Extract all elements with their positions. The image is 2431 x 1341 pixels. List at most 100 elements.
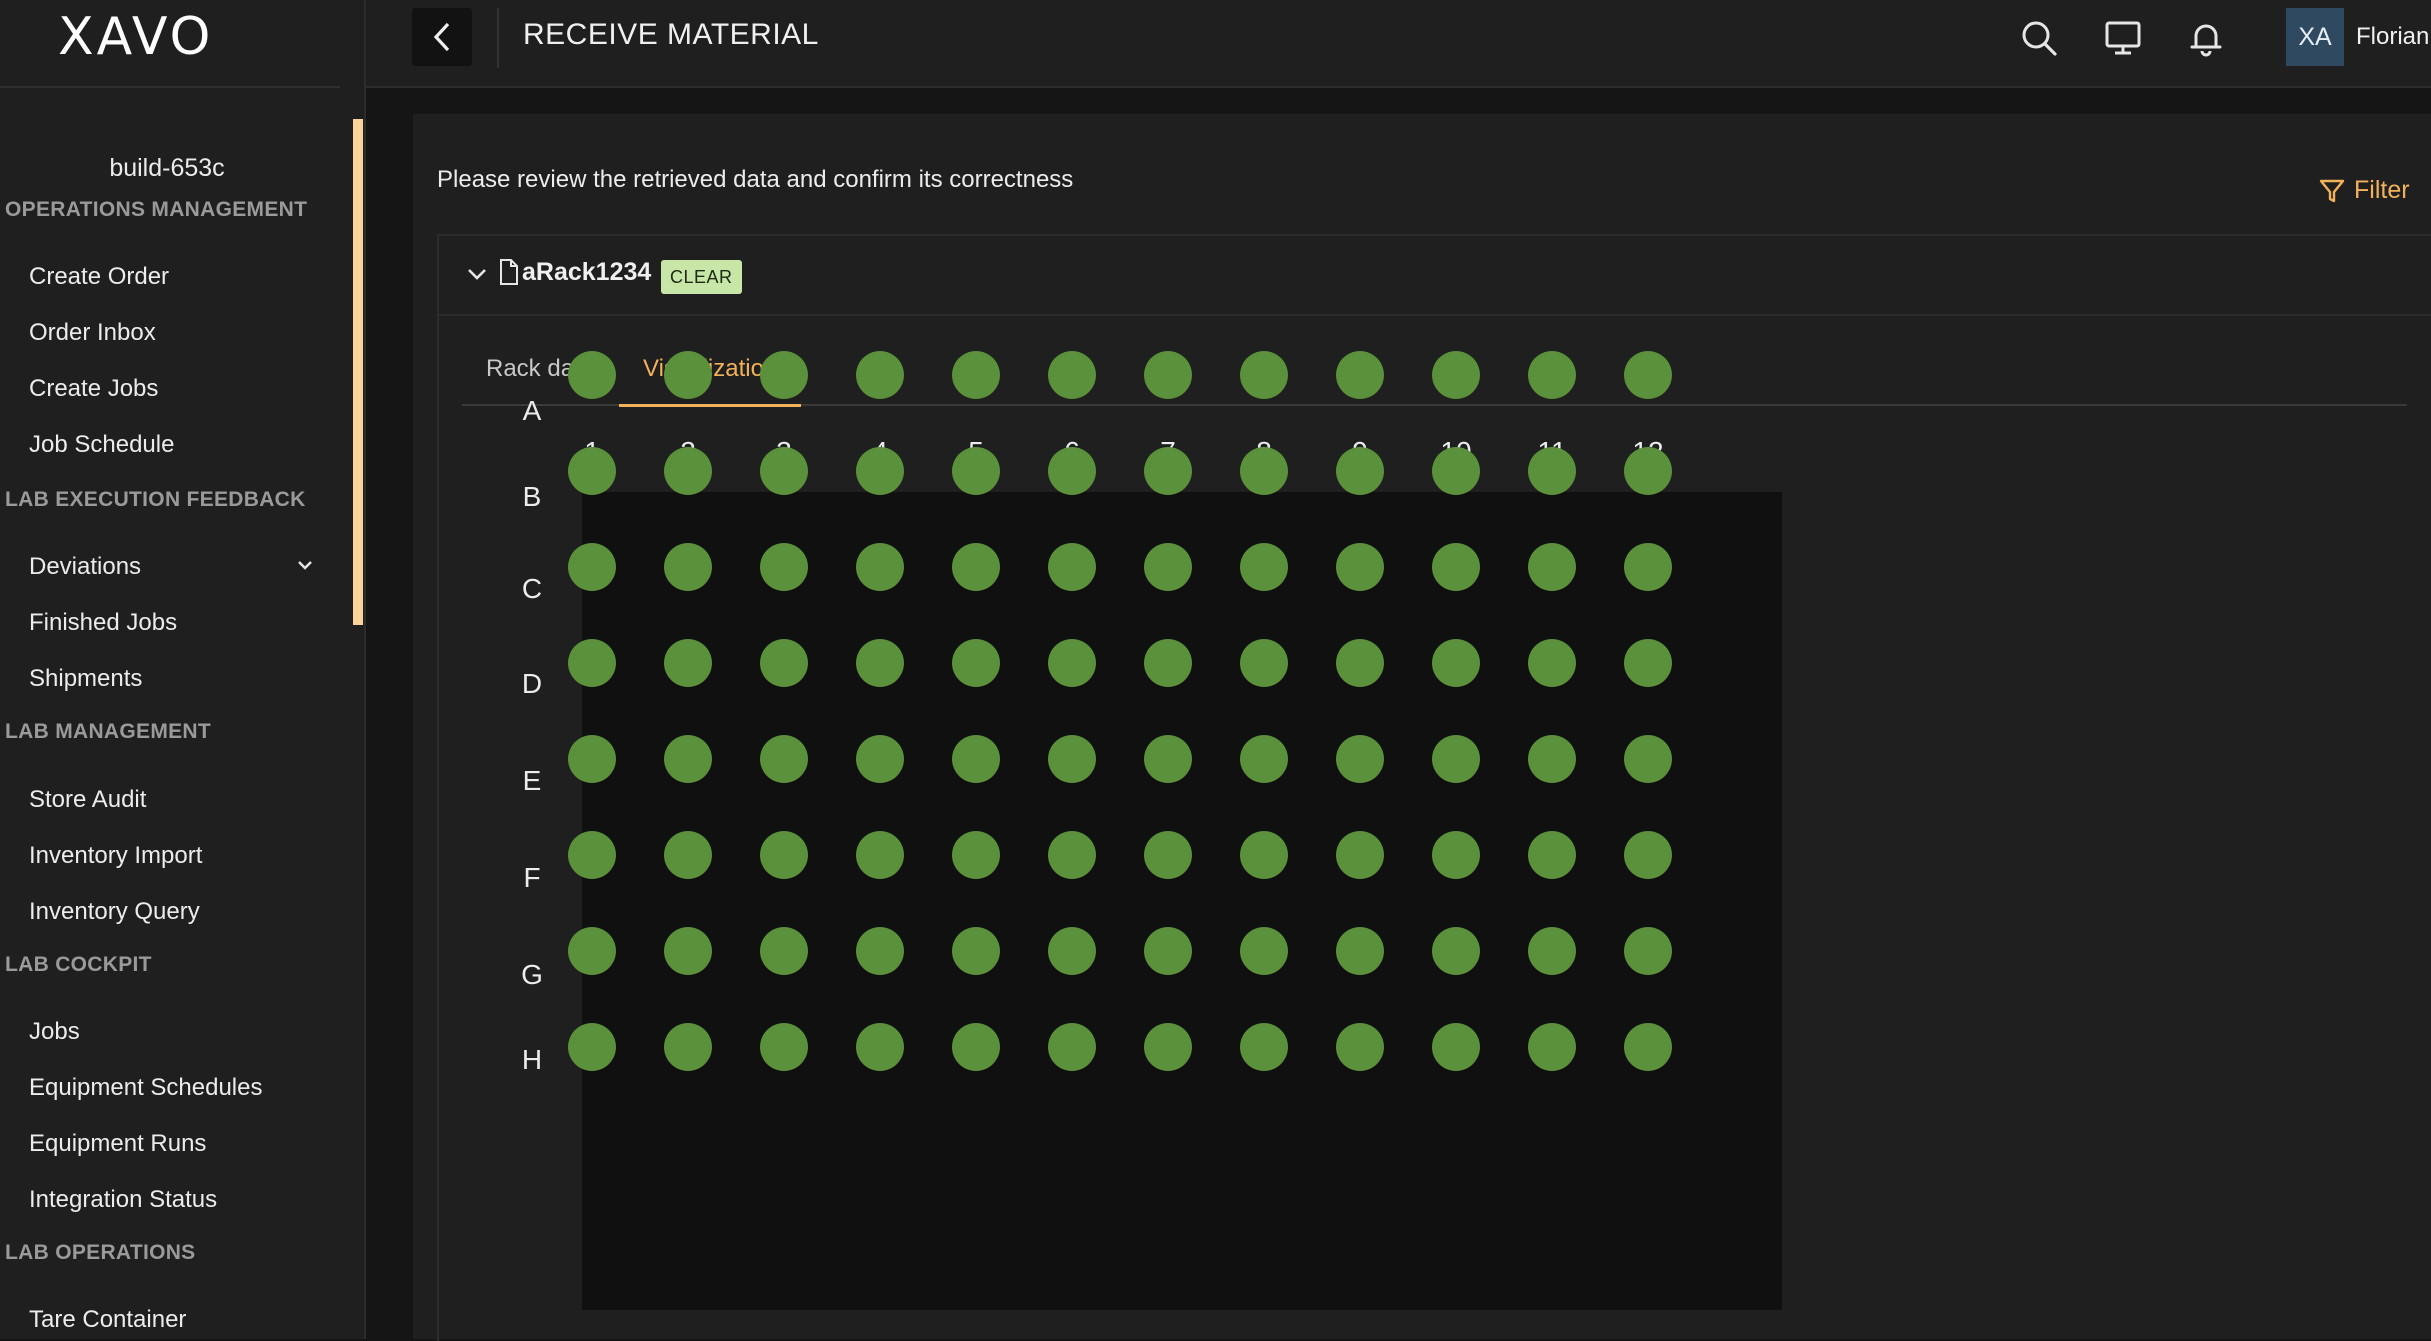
sidebar-item-inventory-query[interactable]: Inventory Query xyxy=(29,898,200,926)
well-A11[interactable] xyxy=(1528,351,1576,399)
well-H10[interactable] xyxy=(1432,1023,1480,1071)
sidebar-item-integration-status[interactable]: Integration Status xyxy=(29,1186,217,1214)
well-H8[interactable] xyxy=(1240,1023,1288,1071)
well-C11[interactable] xyxy=(1528,543,1576,591)
well-F4[interactable] xyxy=(856,831,904,879)
well-G6[interactable] xyxy=(1048,927,1096,975)
sidebar-item-create-order[interactable]: Create Order xyxy=(29,263,169,291)
sidebar-item-deviations[interactable]: Deviations xyxy=(29,553,141,581)
well-F1[interactable] xyxy=(568,831,616,879)
well-D6[interactable] xyxy=(1048,639,1096,687)
well-D9[interactable] xyxy=(1336,639,1384,687)
user-name[interactable]: Florian xyxy=(2356,23,2429,51)
sidebar-item-equipment-schedules[interactable]: Equipment Schedules xyxy=(29,1074,262,1102)
well-B3[interactable] xyxy=(760,447,808,495)
well-D11[interactable] xyxy=(1528,639,1576,687)
sidebar-item-job-schedule[interactable]: Job Schedule xyxy=(29,431,174,459)
well-H9[interactable] xyxy=(1336,1023,1384,1071)
well-B7[interactable] xyxy=(1144,447,1192,495)
well-B4[interactable] xyxy=(856,447,904,495)
well-E10[interactable] xyxy=(1432,735,1480,783)
well-D12[interactable] xyxy=(1624,639,1672,687)
well-E7[interactable] xyxy=(1144,735,1192,783)
well-B9[interactable] xyxy=(1336,447,1384,495)
well-H5[interactable] xyxy=(952,1023,1000,1071)
well-G11[interactable] xyxy=(1528,927,1576,975)
well-C3[interactable] xyxy=(760,543,808,591)
sidebar-item-create-jobs[interactable]: Create Jobs xyxy=(29,375,158,403)
chevron-down-icon[interactable] xyxy=(294,554,316,576)
monitor-icon[interactable] xyxy=(2101,16,2145,60)
well-D5[interactable] xyxy=(952,639,1000,687)
well-F8[interactable] xyxy=(1240,831,1288,879)
rack-header[interactable]: aRack1234 CLEAR xyxy=(439,236,2431,316)
well-E1[interactable] xyxy=(568,735,616,783)
sidebar-item-shipments[interactable]: Shipments xyxy=(29,665,142,693)
well-C4[interactable] xyxy=(856,543,904,591)
well-G8[interactable] xyxy=(1240,927,1288,975)
well-C9[interactable] xyxy=(1336,543,1384,591)
well-B6[interactable] xyxy=(1048,447,1096,495)
well-B1[interactable] xyxy=(568,447,616,495)
well-G4[interactable] xyxy=(856,927,904,975)
well-F10[interactable] xyxy=(1432,831,1480,879)
well-E6[interactable] xyxy=(1048,735,1096,783)
well-F9[interactable] xyxy=(1336,831,1384,879)
well-C5[interactable] xyxy=(952,543,1000,591)
bell-icon[interactable] xyxy=(2184,16,2228,60)
well-D3[interactable] xyxy=(760,639,808,687)
sidebar-item-inventory-import[interactable]: Inventory Import xyxy=(29,842,202,870)
well-E8[interactable] xyxy=(1240,735,1288,783)
sidebar-item-equipment-runs[interactable]: Equipment Runs xyxy=(29,1130,206,1158)
well-E4[interactable] xyxy=(856,735,904,783)
well-A9[interactable] xyxy=(1336,351,1384,399)
well-F6[interactable] xyxy=(1048,831,1096,879)
well-D7[interactable] xyxy=(1144,639,1192,687)
well-A4[interactable] xyxy=(856,351,904,399)
well-D8[interactable] xyxy=(1240,639,1288,687)
well-D2[interactable] xyxy=(664,639,712,687)
well-A7[interactable] xyxy=(1144,351,1192,399)
well-D1[interactable] xyxy=(568,639,616,687)
well-G9[interactable] xyxy=(1336,927,1384,975)
well-E3[interactable] xyxy=(760,735,808,783)
well-F2[interactable] xyxy=(664,831,712,879)
sidebar-item-store-audit[interactable]: Store Audit xyxy=(29,786,146,814)
well-B12[interactable] xyxy=(1624,447,1672,495)
well-F12[interactable] xyxy=(1624,831,1672,879)
well-E2[interactable] xyxy=(664,735,712,783)
well-C1[interactable] xyxy=(568,543,616,591)
well-A10[interactable] xyxy=(1432,351,1480,399)
well-F5[interactable] xyxy=(952,831,1000,879)
well-C2[interactable] xyxy=(664,543,712,591)
well-G1[interactable] xyxy=(568,927,616,975)
well-G2[interactable] xyxy=(664,927,712,975)
well-E12[interactable] xyxy=(1624,735,1672,783)
well-E9[interactable] xyxy=(1336,735,1384,783)
sidebar-item-jobs[interactable]: Jobs xyxy=(29,1018,80,1046)
well-A3[interactable] xyxy=(760,351,808,399)
back-button[interactable] xyxy=(412,8,472,66)
avatar[interactable]: XA xyxy=(2286,8,2344,66)
well-B2[interactable] xyxy=(664,447,712,495)
well-F11[interactable] xyxy=(1528,831,1576,879)
well-H2[interactable] xyxy=(664,1023,712,1071)
well-A5[interactable] xyxy=(952,351,1000,399)
well-C12[interactable] xyxy=(1624,543,1672,591)
well-A6[interactable] xyxy=(1048,351,1096,399)
well-E5[interactable] xyxy=(952,735,1000,783)
well-C6[interactable] xyxy=(1048,543,1096,591)
well-G10[interactable] xyxy=(1432,927,1480,975)
well-E11[interactable] xyxy=(1528,735,1576,783)
sidebar-item-tare-container[interactable]: Tare Container xyxy=(29,1306,186,1334)
well-G5[interactable] xyxy=(952,927,1000,975)
well-A8[interactable] xyxy=(1240,351,1288,399)
well-H12[interactable] xyxy=(1624,1023,1672,1071)
sidebar-scrollbar[interactable] xyxy=(353,119,363,625)
well-H4[interactable] xyxy=(856,1023,904,1071)
well-A2[interactable] xyxy=(664,351,712,399)
well-A1[interactable] xyxy=(568,351,616,399)
well-G12[interactable] xyxy=(1624,927,1672,975)
well-C7[interactable] xyxy=(1144,543,1192,591)
well-H7[interactable] xyxy=(1144,1023,1192,1071)
